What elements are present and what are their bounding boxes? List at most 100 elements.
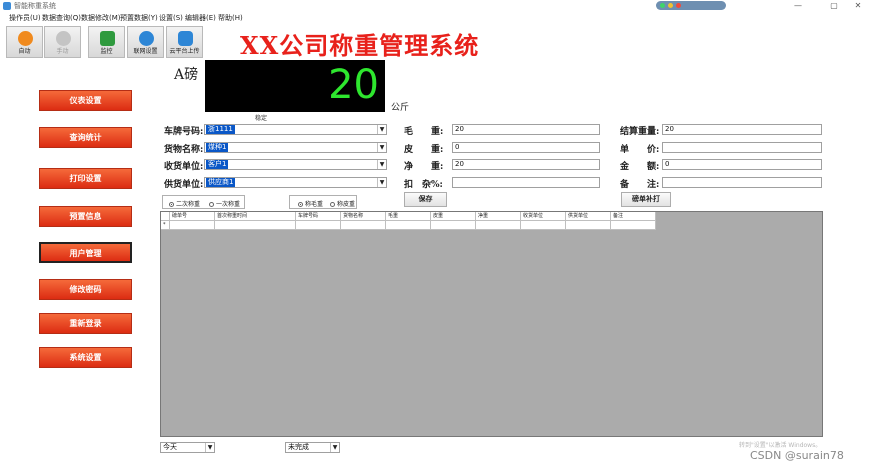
supplier-label: 供货单位: [164,180,204,190]
column-header[interactable]: 备注 [611,212,656,221]
cloud-upload-label: 云平台上传 [169,48,200,55]
one-weigh-label: 一次称重 [216,201,241,208]
app-icon [3,2,11,10]
minimize-button[interactable]: — [785,0,811,12]
maximize-button[interactable]: ▢ [821,0,847,12]
table-cell[interactable] [611,221,656,230]
receiver-label: 收货单位: [164,162,204,172]
two-weigh-label: 二次称重 [176,201,201,208]
tare-weigh-label: 称皮重 [337,201,356,208]
system-settings-button[interactable]: 系统设置 [39,347,132,368]
preset-info-button[interactable]: 预置信息 [39,206,132,227]
period-filter-value: 今天 [163,443,177,451]
menu-query[interactable]: 数据查询(Q) [42,13,81,23]
goods-value: 煤种1 [206,143,229,152]
deduct-field[interactable] [452,177,600,188]
stability-status: 稳定 [255,115,268,122]
goods-combo[interactable]: 煤种1 ▼ [204,142,387,153]
one-weigh-radio[interactable]: 一次称重 [209,199,240,208]
relogin-button[interactable]: 重新登录 [39,313,132,334]
table-cell[interactable] [386,221,431,230]
column-header[interactable]: 收货单位 [521,212,566,221]
print-settings-button[interactable]: 打印设置 [39,168,132,189]
gross-weigh-label: 称毛重 [305,201,324,208]
network-settings-button[interactable]: 联网设置 [127,26,164,58]
tray-dot-green [660,3,665,8]
weigh-mode-group: 二次称重 一次称重 [162,195,245,209]
price-field[interactable] [662,142,822,153]
status-filter[interactable]: 未完成 ▼ [285,442,340,453]
menu-editor[interactable]: 编辑器(E) [185,13,216,23]
menu-preset[interactable]: 预置数据(Y) [120,13,158,23]
column-header[interactable]: 供货单位 [566,212,611,221]
amount-field[interactable]: 0 [662,159,822,170]
deduct-label: 扣 杂%: [404,180,443,190]
cloud-upload-button[interactable]: 云平台上传 [166,26,203,58]
remark-field[interactable] [662,177,822,188]
chevron-down-icon[interactable]: ▼ [377,143,386,152]
change-password-button[interactable]: 修改密码 [39,279,132,300]
meter-settings-button[interactable]: 仪表设置 [39,90,132,111]
table-cell[interactable] [296,221,341,230]
auto-button[interactable]: 自动 [6,26,43,58]
table-cell[interactable] [521,221,566,230]
price-label: 单 价: [620,145,660,155]
column-header[interactable]: 皮重 [431,212,476,221]
supplier-value: 供应商1 [206,178,236,187]
table-cell[interactable] [476,221,521,230]
monitor-button-label: 监控 [100,48,113,55]
table-cell[interactable] [341,221,386,230]
close-button[interactable]: ✕ [845,0,869,12]
receiver-combo[interactable]: 客户1 ▼ [204,159,387,170]
menu-modify[interactable]: 数据修改(M) [81,13,121,23]
settle-weight-label: 结算重量: [620,127,660,137]
chevron-down-icon[interactable]: ▼ [377,160,386,169]
column-header[interactable]: 货物名称 [341,212,386,221]
two-weigh-radio[interactable]: 二次称重 [169,199,200,208]
column-header[interactable]: 净重 [476,212,521,221]
status-filter-value: 未完成 [288,443,309,451]
menu-settings[interactable]: 设置(S) [159,13,183,23]
network-icon [139,31,154,46]
records-table[interactable]: 磅单号 首次称重时间 车牌号码 货物名称 毛重 皮重 净重 收货单位 供货单位 … [160,211,823,437]
gross-field[interactable]: 20 [452,124,600,135]
settle-weight-field[interactable]: 20 [662,124,822,135]
gross-weigh-radio[interactable]: 称毛重 [298,199,323,208]
query-stats-button[interactable]: 查询统计 [39,127,132,148]
scale-label: A磅 [174,67,199,83]
tare-field[interactable]: 0 [452,142,600,153]
reprint-ticket-button[interactable]: 磅单补打 [621,192,671,207]
new-row-marker: * [161,221,170,230]
table-cell[interactable] [431,221,476,230]
column-header[interactable]: 磅单号 [170,212,215,221]
user-management-button[interactable]: 用户管理 [39,242,132,263]
supplier-combo[interactable]: 供应商1 ▼ [204,177,387,188]
window-title: 智能称重系统 [14,2,56,10]
table-new-row[interactable]: * [161,221,656,230]
tare-label: 皮 重: [404,145,444,155]
table-cell[interactable] [566,221,611,230]
chevron-down-icon[interactable]: ▼ [377,125,386,134]
period-filter[interactable]: 今天 ▼ [160,442,215,453]
menu-operator[interactable]: 操作员(U) [9,13,41,23]
column-header[interactable]: 首次称重时间 [215,212,296,221]
chevron-down-icon[interactable]: ▼ [377,178,386,187]
table-cell[interactable] [215,221,296,230]
menu-help[interactable]: 帮助(H) [218,13,243,23]
save-button[interactable]: 保存 [404,192,447,207]
auto-icon [18,31,33,46]
column-header[interactable]: 毛重 [386,212,431,221]
table-cell[interactable] [170,221,215,230]
tare-weigh-radio[interactable]: 称皮重 [330,199,355,208]
monitor-button[interactable]: 监控 [88,26,125,58]
manual-button[interactable]: 手动 [44,26,81,58]
column-header[interactable]: 车牌号码 [296,212,341,221]
plate-combo[interactable]: 浙1111 ▼ [204,124,387,135]
chevron-down-icon[interactable]: ▼ [205,443,214,452]
chevron-down-icon[interactable]: ▼ [330,443,339,452]
net-field[interactable]: 20 [452,159,600,170]
auto-button-label: 自动 [18,48,31,55]
weigh-type-group: 称毛重 称皮重 [289,195,357,209]
weight-unit: 公斤 [391,103,410,113]
tray-dot-yellow [668,3,673,8]
